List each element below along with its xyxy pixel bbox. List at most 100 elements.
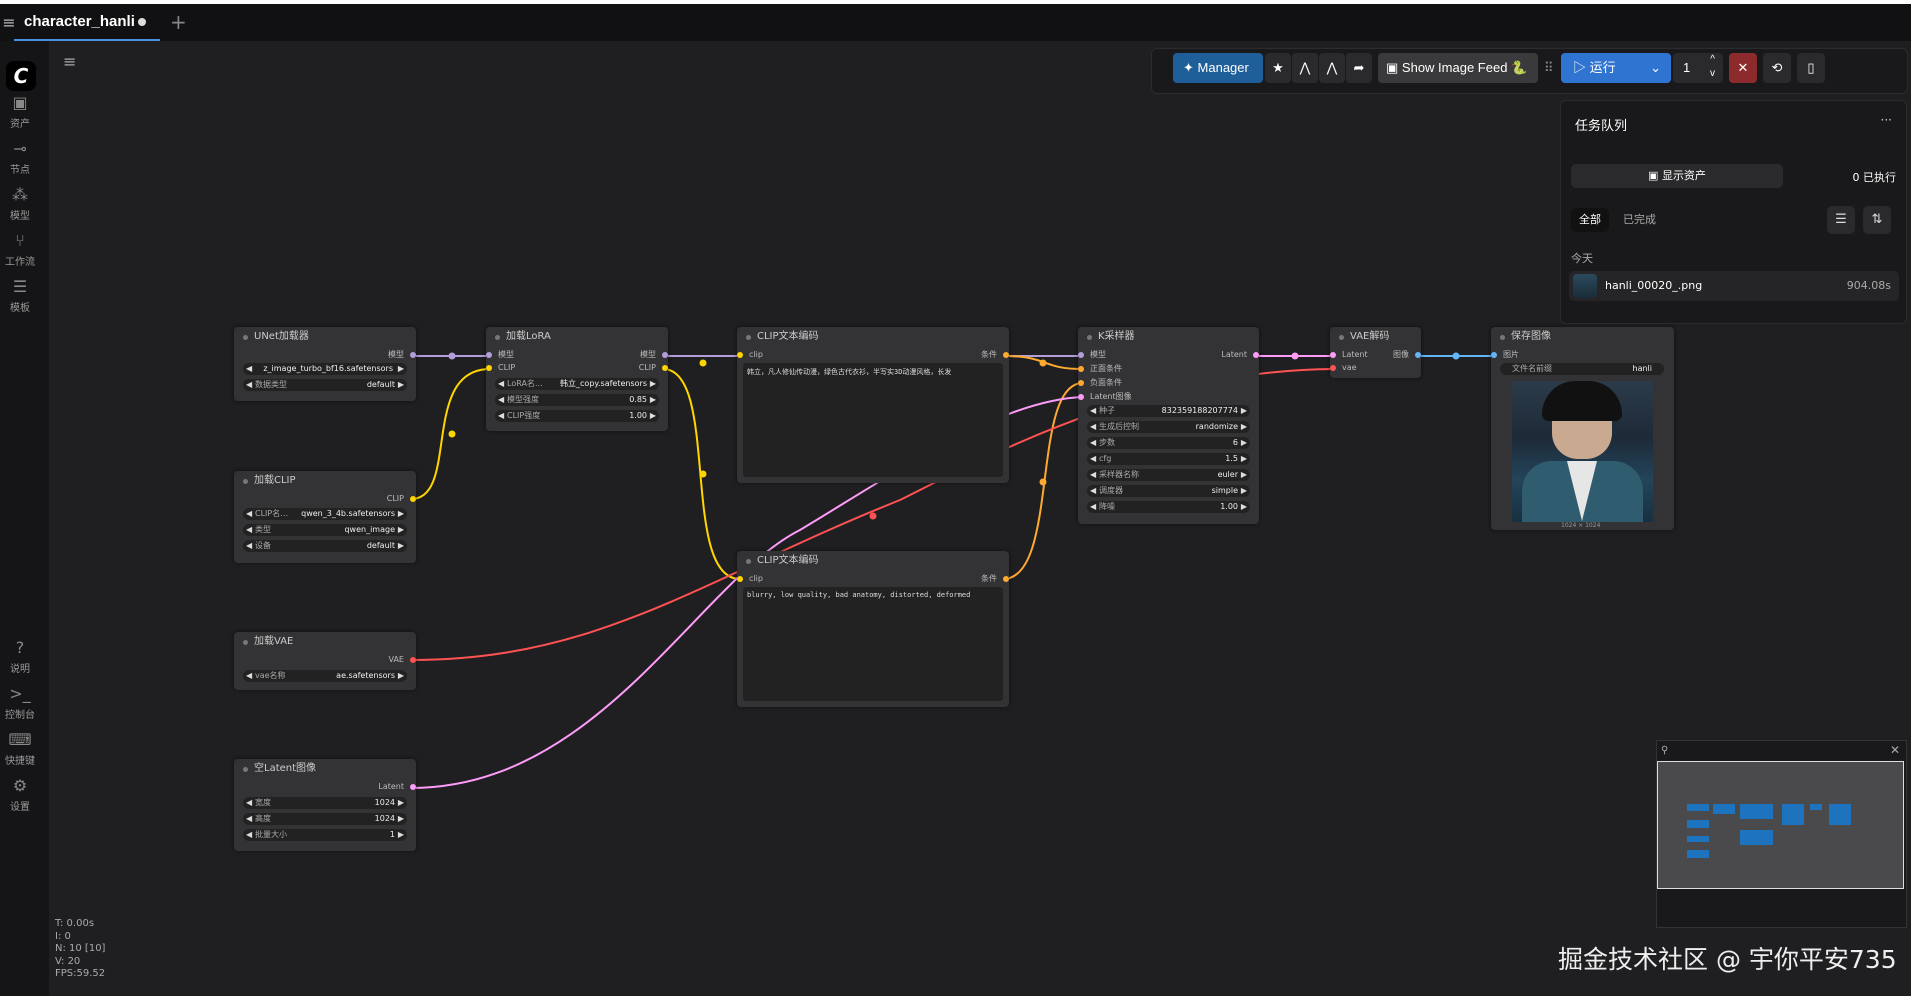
denoise-widget[interactable]: ◀ 降噪 1.00 ▶ xyxy=(1087,501,1250,513)
node-vae-loader[interactable]: 加载VAE VAE ◀ vae名称 ae.safetensors ▶ xyxy=(234,632,416,690)
clip-type-widget[interactable]: ◀ 类型 qwen_image ▶ xyxy=(243,524,407,536)
output-label: 条件 xyxy=(981,574,997,583)
input-slot[interactable] xyxy=(1078,380,1084,386)
clip-name-widget[interactable]: ◀ CLIP名… qwen_3_4b.safetensors ▶ xyxy=(243,508,407,520)
node-clip-loader[interactable]: 加载CLIP CLIP ◀ CLIP名… qwen_3_4b.safetensors… xyxy=(234,471,416,563)
filename-prefix-widget[interactable]: 文件名前缀 hanli xyxy=(1500,363,1664,375)
tab-all[interactable]: 全部 xyxy=(1571,208,1609,232)
input-label: vae xyxy=(1342,363,1357,372)
node-clip-text-negative[interactable]: CLIP文本编码 clip 条件 blurry, low quality, ba… xyxy=(737,551,1009,707)
batch-count-input[interactable]: 1 ^ v xyxy=(1673,53,1723,83)
node-browser-icon[interactable]: ⋀ xyxy=(1292,53,1318,83)
manager-button[interactable]: ✦ Manager xyxy=(1173,53,1263,83)
node-library-icon[interactable]: ⋀ xyxy=(1319,53,1345,83)
input-label: Latent图像 xyxy=(1090,392,1132,401)
queue-item-name: hanli_00020_.png xyxy=(1605,279,1703,292)
seed-widget[interactable]: ◀ 种子 832359188207774 ▶ xyxy=(1087,405,1250,417)
cfg-widget[interactable]: ◀ cfg 1.5 ▶ xyxy=(1087,453,1250,465)
panel-toggle-icon[interactable]: ▯ xyxy=(1797,53,1825,83)
node-title: 空Latent图像 xyxy=(234,759,416,779)
more-icon[interactable]: ··· xyxy=(1881,113,1892,127)
input-slot[interactable] xyxy=(1078,366,1084,372)
node-unet-loader[interactable]: UNet加载器 模型 ◀ z_image_turbo_bf16.safetenso… xyxy=(234,327,416,401)
model-strength-widget[interactable]: ◀ 模型强度 0.85 ▶ xyxy=(495,394,659,406)
lora-name-widget[interactable]: ◀ LoRA名… 韩立_copy.safetensors ▶ xyxy=(495,378,659,390)
minimap-settings-icon[interactable]: ⚲ xyxy=(1661,745,1668,756)
node-clip-text-positive[interactable]: CLIP文本编码 clip 条件 韩立，凡人修仙传动漫，绿色古代衣衫，半写实3D… xyxy=(737,327,1009,483)
decrement-icon[interactable]: v xyxy=(1710,59,1715,89)
output-slot[interactable] xyxy=(662,352,668,358)
output-slot[interactable] xyxy=(410,657,416,663)
input-slot[interactable] xyxy=(1078,394,1084,400)
executed-count: 0 已执行 xyxy=(1852,171,1897,184)
cancel-icon[interactable]: ✕ xyxy=(1729,53,1757,83)
close-icon[interactable]: ✕ xyxy=(1890,743,1900,757)
output-slot[interactable] xyxy=(1003,576,1009,582)
output-image-preview[interactable] xyxy=(1512,381,1653,522)
output-label: 模型 xyxy=(388,350,404,359)
tab-completed[interactable]: 已完成 xyxy=(1623,208,1656,232)
scheduler-widget[interactable]: ◀ 调度器 simple ▶ xyxy=(1087,485,1250,497)
image-feed-label: Show Image Feed 🐍 xyxy=(1401,60,1528,75)
node-vae-decode[interactable]: VAE解码 Latent 图像 vae xyxy=(1330,327,1421,378)
input-slot[interactable] xyxy=(737,352,743,358)
output-label: CLIP xyxy=(638,363,656,372)
image-size-caption: 1024 × 1024 xyxy=(1561,522,1601,529)
control-widget[interactable]: ◀ 生成后控制 randomize ▶ xyxy=(1087,421,1250,433)
input-slot[interactable] xyxy=(1078,352,1084,358)
output-slot[interactable] xyxy=(410,352,416,358)
node-title: CLIP文本编码 xyxy=(737,327,1009,347)
minimap[interactable]: ⚲ ✕ xyxy=(1656,740,1907,928)
width-widget[interactable]: ◀ 宽度 1024 ▶ xyxy=(243,797,407,809)
share-icon[interactable]: ➦ xyxy=(1346,53,1372,83)
device-widget[interactable]: ◀ 设备 default ▶ xyxy=(243,540,407,552)
node-title: 加载VAE xyxy=(234,632,416,652)
input-slot[interactable] xyxy=(1330,365,1336,371)
steps-widget[interactable]: ◀ 步数 6 ▶ xyxy=(1087,437,1250,449)
vae-name-widget[interactable]: ◀ vae名称 ae.safetensors ▶ xyxy=(243,670,407,682)
input-slot[interactable] xyxy=(1330,352,1336,358)
input-slot[interactable] xyxy=(486,365,492,371)
output-slot[interactable] xyxy=(1253,352,1259,358)
stat-fps: FPS:59.52 xyxy=(55,968,106,979)
sort-icon[interactable]: ⇅ xyxy=(1863,206,1891,234)
input-label: 模型 xyxy=(1090,350,1106,359)
task-queue-panel: 任务队列 ··· ▣ 显示资产 0 已执行 全部 已完成 ☰ ⇅ 今天 hanl… xyxy=(1560,100,1907,324)
history-icon[interactable]: ⟲ xyxy=(1763,53,1791,83)
chevron-down-icon: ⌄ xyxy=(1650,60,1661,75)
output-slot[interactable] xyxy=(1003,352,1009,358)
output-slot[interactable] xyxy=(410,496,416,502)
star-icon[interactable]: ★ xyxy=(1265,53,1291,83)
node-title: CLIP文本编码 xyxy=(737,551,1009,571)
unet-name-widget[interactable]: ◀ z_image_turbo_bf16.safetensors ▶ xyxy=(243,363,407,375)
node-ksampler[interactable]: K采样器 模型 Latent 正面条件 负面条件 Latent图像 ◀ 种子 832… xyxy=(1078,327,1259,524)
show-image-feed-button[interactable]: ▣ Show Image Feed 🐍 xyxy=(1378,53,1538,83)
output-slot[interactable] xyxy=(662,365,668,371)
height-widget[interactable]: ◀ 高度 1024 ▶ xyxy=(243,813,407,825)
top-toolbar: ✦ Manager ★ ⋀ ⋀ ➦ ▣ Show Image Feed 🐍 ⠿ … xyxy=(1151,48,1911,94)
output-slot[interactable] xyxy=(410,784,416,790)
run-button[interactable]: ▷ 运行 ⌄ xyxy=(1561,53,1671,83)
prompt-textarea[interactable]: 韩立，凡人修仙传动漫，绿色古代衣衫，半写实3D动漫风格，长发 xyxy=(743,363,1003,477)
input-slot[interactable] xyxy=(1491,352,1497,358)
negative-prompt-textarea[interactable]: blurry, low quality, bad anatomy, distor… xyxy=(743,587,1003,701)
minimap-viewport[interactable] xyxy=(1657,761,1904,889)
sampler-widget[interactable]: ◀ 采样器名称 euler ▶ xyxy=(1087,469,1250,481)
node-title: 保存图像 xyxy=(1491,327,1674,347)
batch-widget[interactable]: ◀ 批量大小 1 ▶ xyxy=(243,829,407,841)
filter-icon[interactable]: ☰ xyxy=(1827,206,1855,234)
output-slot[interactable] xyxy=(1415,352,1421,358)
node-title: K采样器 xyxy=(1078,327,1259,347)
output-label: VAE xyxy=(388,655,405,664)
input-slot[interactable] xyxy=(486,352,492,358)
node-lora-loader[interactable]: 加载LoRA 模型 模型 CLIP CLIP ◀ LoRA名… 韩立_copy.sa… xyxy=(486,327,668,431)
node-save-image[interactable]: 保存图像 图片 文件名前缀 hanli 1024 × 1024 xyxy=(1491,327,1674,530)
queue-item[interactable]: hanli_00020_.png 904.08s xyxy=(1569,271,1899,301)
dtype-widget[interactable]: ◀ 数据类型 default ▶ xyxy=(243,379,407,391)
node-empty-latent[interactable]: 空Latent图像 Latent ◀ 宽度 1024 ▶ ◀ 高度 1024 ▶ ◀ 批量大小… xyxy=(234,759,416,851)
drag-handle-icon[interactable]: ⠿ xyxy=(1544,53,1556,83)
input-slot[interactable] xyxy=(737,576,743,582)
show-assets-button[interactable]: ▣ 显示资产 xyxy=(1571,164,1783,188)
play-icon: ▷ xyxy=(1573,60,1587,75)
clip-strength-widget[interactable]: ◀ CLIP强度 1.00 ▶ xyxy=(495,410,659,422)
